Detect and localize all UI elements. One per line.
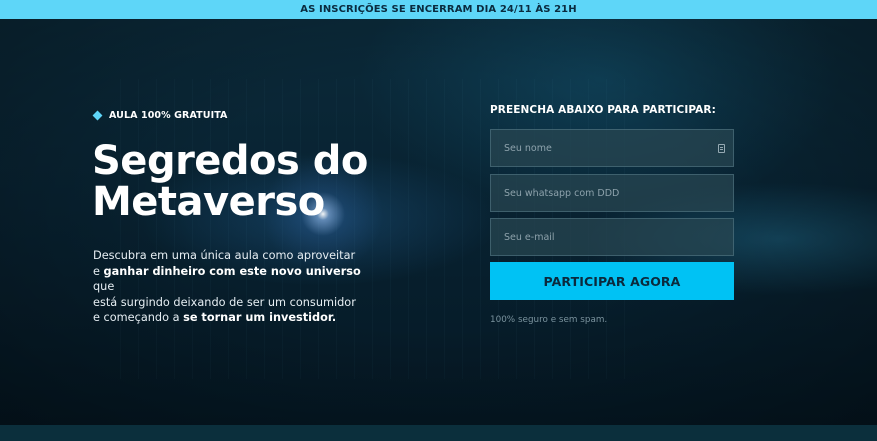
form-title: PREENCHA ABAIXO PARA PARTICIPAR: xyxy=(490,104,716,116)
page-title: Segredos do Metaverso xyxy=(92,141,412,223)
name-field[interactable] xyxy=(490,129,734,167)
badge-label: AULA 100% GRATUITA xyxy=(109,109,228,121)
announcement-bar: AS INSCRIÇÕES SE ENCERRAM DIA 24/11 ÀS 2… xyxy=(0,0,877,19)
description-highlight-2: se tornar um investidor. xyxy=(183,311,337,324)
email-input[interactable] xyxy=(504,231,704,243)
security-note: 100% seguro e sem spam. xyxy=(490,315,608,325)
title-line-2: Metaverso xyxy=(92,179,325,225)
announcement-text: AS INSCRIÇÕES SE ENCERRAM DIA 24/11 ÀS 2… xyxy=(300,4,577,15)
hero-description: Descubra em uma única aula como aproveit… xyxy=(93,248,383,326)
autofill-contact-icon[interactable] xyxy=(718,144,725,153)
title-line-1: Segredos do xyxy=(92,138,368,184)
diamond-icon xyxy=(92,110,103,120)
description-line-2-suffix: que xyxy=(93,280,115,293)
participate-button[interactable]: PARTICIPAR AGORA xyxy=(490,262,734,300)
next-section-edge xyxy=(0,425,877,441)
description-line-1: Descubra em uma única aula como aproveit… xyxy=(93,249,356,262)
description-line-3: está surgindo deixando de ser um consumi… xyxy=(93,295,356,309)
whatsapp-input[interactable] xyxy=(504,187,704,199)
description-line-4-prefix: e começando a xyxy=(93,311,184,324)
name-input[interactable] xyxy=(504,142,704,154)
description-line-2-prefix: e xyxy=(93,264,104,278)
free-class-badge: AULA 100% GRATUITA xyxy=(92,109,228,121)
description-highlight-1: ganhar dinheiro com este novo universo xyxy=(103,264,361,278)
whatsapp-field[interactable] xyxy=(490,174,734,212)
email-field[interactable] xyxy=(490,218,734,256)
